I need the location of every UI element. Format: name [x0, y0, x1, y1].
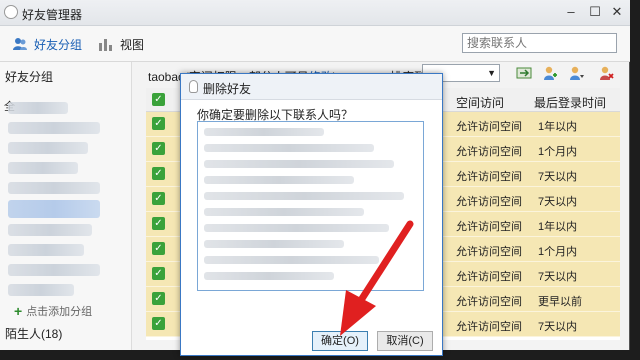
title-bar: 好友管理器 – ☐ ✕: [0, 0, 630, 26]
space-access-cell: 允许访问空间: [456, 146, 522, 158]
space-access-cell: 允许访问空间: [456, 121, 522, 133]
row-checkbox[interactable]: ✓: [152, 142, 165, 155]
list-item: [204, 160, 394, 168]
list-item: [204, 224, 389, 232]
row-checkbox[interactable]: ✓: [152, 167, 165, 180]
contacts-to-delete-list[interactable]: [197, 121, 424, 291]
space-access-cell: 允许访问空间: [456, 221, 522, 233]
view-tab[interactable]: 视图: [98, 35, 144, 53]
last-login-cell: 1年以内: [538, 121, 578, 133]
space-access-cell: 允许访问空间: [456, 246, 522, 258]
search-input[interactable]: [462, 33, 617, 53]
last-login-cell: 更早以前: [538, 296, 582, 308]
sidebar-group-item[interactable]: [8, 284, 74, 296]
dialog-title: 删除好友: [203, 82, 252, 96]
row-checkbox[interactable]: ✓: [152, 292, 165, 305]
sidebar-group-item[interactable]: [8, 142, 88, 154]
last-login-cell: 7天以内: [538, 321, 578, 333]
last-login-cell: 7天以内: [538, 271, 578, 283]
last-login-cell: 1个月内: [538, 146, 578, 158]
space-access-cell: 允许访问空间: [456, 321, 522, 333]
move-contact-icon[interactable]: [516, 65, 532, 81]
view-label: 视图: [120, 37, 145, 52]
sidebar-group-item[interactable]: [8, 244, 84, 256]
space-access-cell: 允许访问空间: [456, 296, 522, 308]
penguin-icon: [189, 80, 198, 93]
screen-frame: 好友管理器 – ☐ ✕ 好友分组 视图 好友分组 全: [0, 0, 640, 360]
row-checkbox[interactable]: ✓: [152, 242, 165, 255]
confirm-button[interactable]: 确定(O): [312, 331, 368, 351]
chevron-down-icon: ▼: [487, 68, 496, 78]
group-sidebar: 好友分组 全 + 点击添加分组 陌生人(18): [0, 62, 132, 350]
space-access-cell: 允许访问空间: [456, 171, 522, 183]
space-access-cell: 允许访问空间: [456, 196, 522, 208]
last-login-cell: 7天以内: [538, 196, 578, 208]
space-access-cell: 允许访问空间: [456, 271, 522, 283]
sidebar-group-item[interactable]: [8, 122, 100, 134]
row-checkbox[interactable]: ✓: [152, 117, 165, 130]
last-login-cell: 7天以内: [538, 171, 578, 183]
list-item: [204, 272, 334, 280]
sidebar-group-item-selected[interactable]: [8, 200, 100, 218]
row-checkbox[interactable]: ✓: [152, 217, 165, 230]
delete-contact-icon[interactable]: [598, 65, 614, 81]
friend-groups-tab[interactable]: 好友分组: [12, 35, 82, 53]
list-item: [204, 144, 374, 152]
list-item: [204, 256, 379, 264]
last-login-cell: 1个月内: [538, 246, 578, 258]
users-icon: [13, 38, 27, 50]
row-checkbox[interactable]: ✓: [152, 267, 165, 280]
delete-friend-dialog: 删除好友 你确定要删除以下联系人吗？ 确定(O) 取消(C): [180, 73, 443, 356]
select-all-checkbox[interactable]: ✓: [152, 93, 165, 106]
row-checkbox[interactable]: ✓: [152, 192, 165, 205]
close-button[interactable]: ✕: [606, 2, 628, 22]
bar-chart-icon: [99, 39, 112, 51]
sidebar-heading: 好友分组: [5, 70, 54, 84]
sidebar-group-item[interactable]: [8, 162, 78, 174]
app-penguin-icon: [4, 5, 18, 19]
sidebar-group-item[interactable]: [8, 182, 100, 194]
list-item: [204, 192, 404, 200]
sidebar-item-strangers[interactable]: 陌生人(18): [5, 325, 62, 342]
sidebar-group-item[interactable]: [8, 102, 68, 114]
friend-groups-label: 好友分组: [34, 37, 83, 52]
add-contact-icon[interactable]: [542, 65, 558, 81]
list-item: [204, 128, 324, 136]
column-last-login[interactable]: 最后登录时间: [534, 94, 606, 111]
dialog-title-bar: 删除好友: [181, 74, 442, 100]
contact-menu-icon[interactable]: [568, 65, 584, 81]
plus-icon: +: [14, 303, 23, 319]
sidebar-group-item[interactable]: [8, 224, 92, 236]
column-space-access[interactable]: 空间访问: [456, 94, 504, 111]
list-item: [204, 240, 344, 248]
list-item: [204, 176, 354, 184]
cancel-button[interactable]: 取消(C): [377, 331, 433, 351]
sidebar-group-item[interactable]: [8, 264, 100, 276]
friend-manager-window: 好友管理器 – ☐ ✕ 好友分组 视图 好友分组 全: [0, 0, 630, 356]
minimize-button[interactable]: –: [560, 2, 582, 22]
row-checkbox[interactable]: ✓: [152, 317, 165, 330]
list-item: [204, 208, 364, 216]
maximize-button[interactable]: ☐: [584, 2, 606, 22]
window-title: 好友管理器: [22, 8, 83, 22]
add-group-button[interactable]: + 点击添加分组: [14, 303, 92, 319]
last-login-cell: 1年以内: [538, 221, 578, 233]
add-group-label: 点击添加分组: [26, 306, 93, 318]
